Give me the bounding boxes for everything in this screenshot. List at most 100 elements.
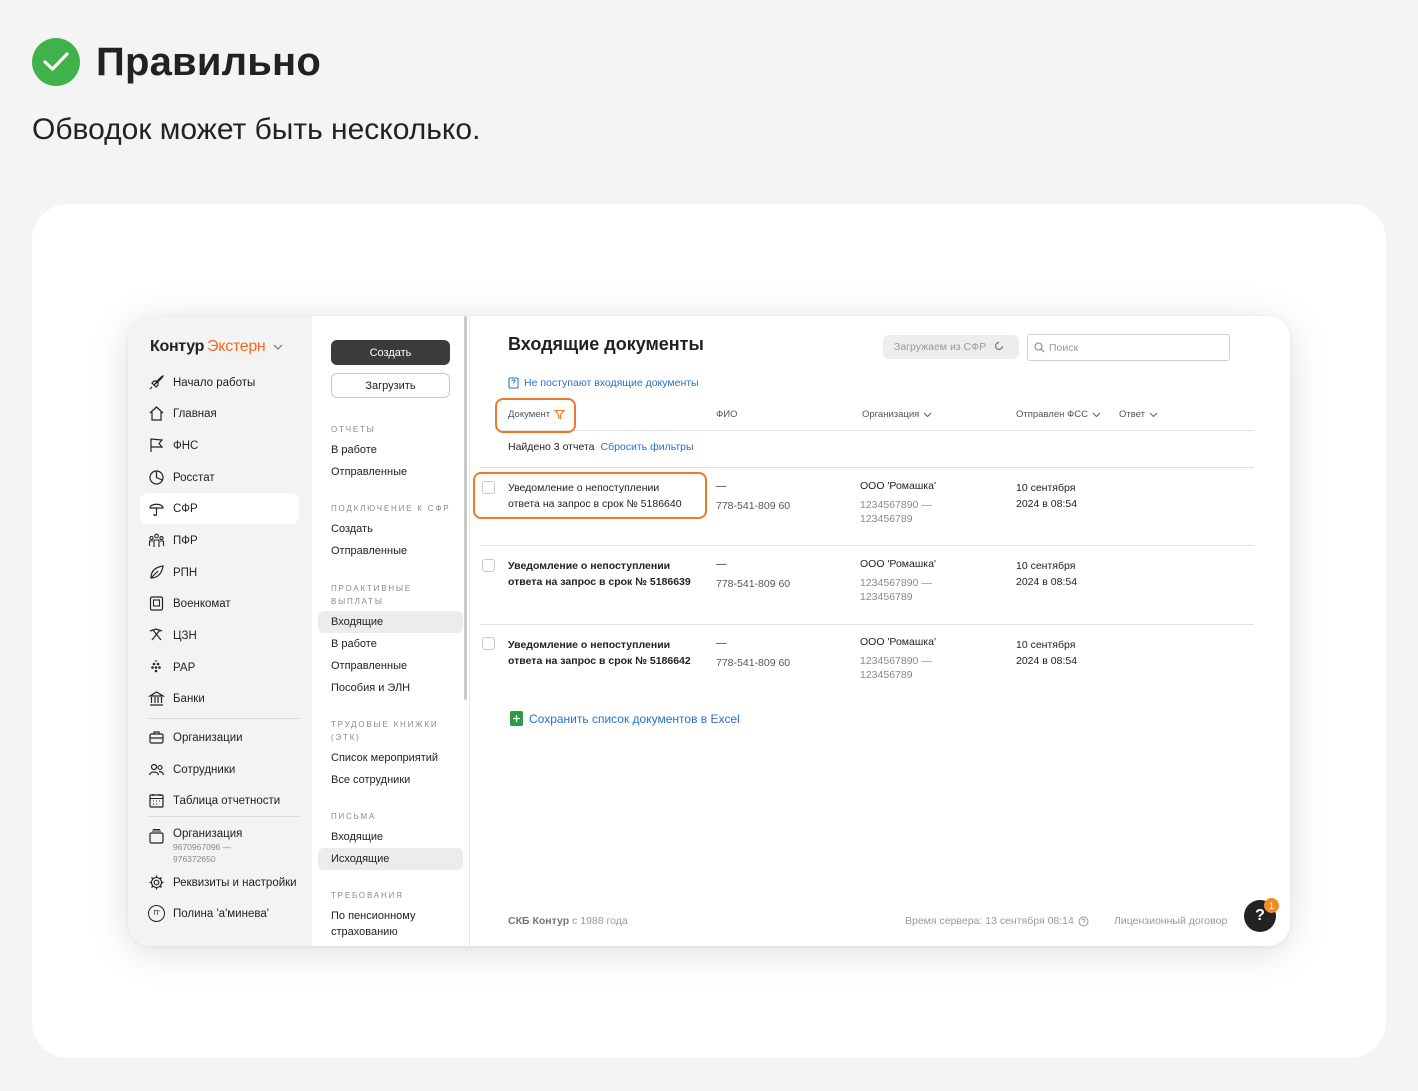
sent-time: 2024 в 08:54 xyxy=(1016,498,1078,510)
nav-label: ФНС xyxy=(173,439,199,452)
nav-item-start[interactable]: Начало работы xyxy=(140,367,299,398)
nav-item-voenkomat[interactable]: Военкомат xyxy=(140,588,299,619)
subnav-scrollbar[interactable] xyxy=(464,316,467,700)
subnav-item-reports-inwork[interactable]: В работе xyxy=(318,439,463,461)
row-divider xyxy=(480,624,1254,625)
org-kpp: 123456789 xyxy=(860,513,913,525)
leaf-icon xyxy=(148,564,165,581)
section-nav: Создать Загрузить Отчеты В работе Отправ… xyxy=(312,316,470,946)
col-answer[interactable]: Ответ xyxy=(1119,409,1158,420)
doc-title[interactable]: Уведомление о непоступлении ответа на за… xyxy=(508,637,708,669)
load-from-sfr-button[interactable]: Загружаем из СФР xyxy=(883,335,1019,359)
nav-item-rar[interactable]: РАР xyxy=(140,652,299,683)
export-excel-text: Сохранить список документов в Excel xyxy=(529,711,740,726)
org-inn: 9670967096 — xyxy=(173,842,232,852)
subnav-item-proactive-incoming[interactable]: Входящие xyxy=(318,611,463,633)
notification-badge: 1 xyxy=(1264,898,1279,913)
subnav-item-proactive-benefits[interactable]: Пособия и ЭЛН xyxy=(318,677,463,699)
subnav-item-etk-employees[interactable]: Все сотрудники xyxy=(318,769,463,791)
gear-icon xyxy=(148,874,165,891)
footer-copyright: СКБ Контур с 1988 года xyxy=(508,915,628,927)
subnav-item-connect-sent[interactable]: Отправленные xyxy=(318,540,463,562)
subnav-item-etk-events[interactable]: Список мероприятий xyxy=(318,747,463,769)
license-link[interactable]: Лицензионный договор xyxy=(1114,915,1227,927)
nav-item-pfr[interactable]: ПФР xyxy=(140,525,299,556)
search-placeholder: Поиск xyxy=(1049,341,1079,354)
users-icon xyxy=(148,761,165,778)
nav-divider xyxy=(148,718,300,719)
nav-item-fns[interactable]: ФНС xyxy=(140,430,299,461)
nav-label: Начало работы xyxy=(173,376,256,389)
check-circle-icon xyxy=(32,38,80,86)
missing-docs-link[interactable]: Не поступают входящие документы xyxy=(508,377,699,389)
document-help-icon xyxy=(508,377,519,389)
nav-item-home[interactable]: Главная xyxy=(140,398,299,429)
nav-item-user[interactable]: П' Полина 'а'минева' xyxy=(140,898,299,929)
nav-divider xyxy=(148,816,300,817)
fio-name: — xyxy=(716,558,727,570)
nav-label: Сотрудники xyxy=(173,763,236,776)
nav-item-banks[interactable]: Банки xyxy=(140,683,299,714)
doc-title[interactable]: Уведомление о непоступлении ответа на за… xyxy=(508,558,708,590)
nav-item-organizations[interactable]: Организации xyxy=(140,722,299,753)
app-window: Контур Экстерн Начало работы Главная ФНС… xyxy=(128,316,1290,946)
sent-day: 10 сентября xyxy=(1016,639,1076,651)
section-head-proactive: Проактивные выплаты xyxy=(331,584,412,606)
col-organization[interactable]: Организация xyxy=(862,409,932,420)
flag-icon xyxy=(148,437,165,454)
org-name: ООО 'Ромашка' xyxy=(860,480,936,492)
nav-label: Военкомат xyxy=(173,597,231,610)
row-checkbox[interactable] xyxy=(482,559,495,572)
results-summary: Найдено 3 отчета Сбросить фильтры xyxy=(508,441,694,453)
subnav-item-letters-incoming[interactable]: Входящие xyxy=(318,826,463,848)
col-label: ФИО xyxy=(716,409,738,420)
sent-date: 10 сентября 2024 в 08:54 xyxy=(1016,558,1116,590)
brand-logo[interactable]: Контур Экстерн xyxy=(150,338,283,356)
nav-item-settings[interactable]: Реквизиты и настройки xyxy=(140,867,299,898)
footer-brand: СКБ Контур xyxy=(508,915,570,927)
excel-icon xyxy=(510,711,523,726)
grapes-icon xyxy=(148,659,165,676)
search-icon xyxy=(1034,342,1045,353)
subnav-item-proactive-sent[interactable]: Отправленные xyxy=(318,655,463,677)
subnav-item-reports-sent[interactable]: Отправленные xyxy=(318,461,463,483)
chevron-down-icon xyxy=(1149,412,1158,417)
row-checkbox[interactable] xyxy=(482,637,495,650)
export-excel-link[interactable]: Сохранить список документов в Excel xyxy=(510,711,740,726)
help-circle-icon[interactable] xyxy=(1078,916,1089,927)
nav-item-employees[interactable]: Сотрудники xyxy=(140,754,299,785)
subnav-item-letters-outgoing[interactable]: Исходящие xyxy=(318,848,463,870)
nav-label: Реквизиты и настройки xyxy=(173,876,297,889)
current-org[interactable]: Организация 9670967096 — 976372650 xyxy=(148,828,242,864)
slide-header: Правильно xyxy=(32,38,321,86)
doc-title-line: Уведомление о непоступлении xyxy=(508,639,671,651)
create-button[interactable]: Создать xyxy=(331,340,450,365)
nav-item-report-table[interactable]: Таблица отчетности xyxy=(140,785,299,816)
search-input[interactable]: Поиск xyxy=(1027,334,1230,361)
sent-time: 2024 в 08:54 xyxy=(1016,655,1078,667)
nav-label: Таблица отчетности xyxy=(173,794,281,807)
org-name: ООО 'Ромашка' xyxy=(860,636,936,648)
chevron-down-icon xyxy=(923,412,932,417)
nav-item-rosstat[interactable]: Росстат xyxy=(140,462,299,493)
slide-subtitle: Обводок может быть несколько. xyxy=(32,113,481,146)
subnav-item-proactive-inwork[interactable]: В работе xyxy=(318,633,463,655)
org-ids: 1234567890 — 123456789 xyxy=(860,654,970,682)
nav-item-sfr[interactable]: СФР xyxy=(140,493,299,524)
chevron-down-icon xyxy=(273,338,283,356)
user-name: Полина 'а'минева' xyxy=(173,907,269,920)
subnav-item-pension[interactable]: По пенсионному страхованию xyxy=(318,908,438,942)
main-content: Входящие документы Загружаем из СФР Поис… xyxy=(470,316,1290,946)
brand-name: Контур xyxy=(150,338,205,355)
col-sent[interactable]: Отправлен ФСС xyxy=(1016,409,1101,420)
nav-item-rpn[interactable]: РПН xyxy=(140,557,299,588)
missing-docs-text: Не поступают входящие документы xyxy=(524,377,699,389)
reset-filters-link[interactable]: Сбросить фильтры xyxy=(600,441,693,453)
nav-label: СФР xyxy=(173,502,198,515)
subnav-item-connect-create[interactable]: Создать xyxy=(318,518,463,540)
nav-item-czn[interactable]: ЦЗН xyxy=(140,620,299,651)
upload-button[interactable]: Загрузить xyxy=(331,373,450,398)
doc-title-line: ответа на запрос в срок № 5186639 xyxy=(508,576,691,588)
stack-icon xyxy=(148,828,165,845)
highlight-outline-row xyxy=(473,472,707,519)
